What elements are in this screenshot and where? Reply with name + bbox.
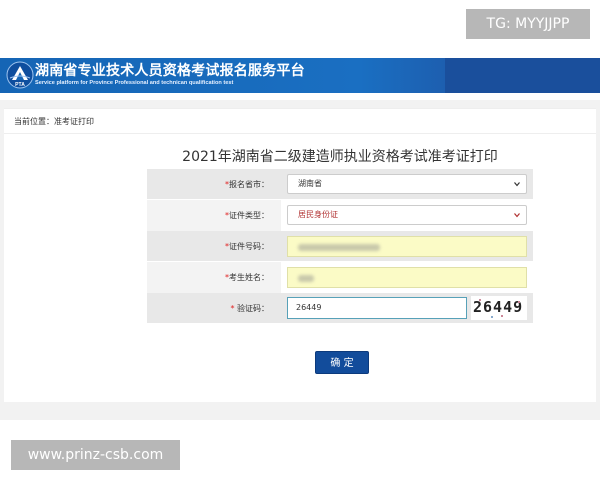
pta-logo-icon: PTA bbox=[6, 61, 34, 89]
name-label: *考生姓名： bbox=[225, 273, 269, 282]
site-header: PTA 湖南省专业技术人员资格考试报名服务平台 Service platform… bbox=[0, 58, 600, 93]
captcha-image[interactable]: 26449 bbox=[471, 296, 527, 320]
site-subtitle: Service platform for Province Profession… bbox=[35, 80, 234, 86]
breadcrumb-text: 当前位置：准考证打印 bbox=[14, 117, 94, 126]
breadcrumb: 当前位置：准考证打印 bbox=[4, 108, 596, 134]
province-select[interactable]: 湖南省 bbox=[287, 174, 527, 194]
captcha-input[interactable]: 26449 bbox=[287, 297, 467, 319]
province-select-value: 湖南省 bbox=[298, 179, 322, 188]
province-row: *报名省市： 湖南省 bbox=[147, 169, 533, 200]
page: TG: MYYJJPP PTA 湖南省专业技术人员资格考试报名服务平台 Serv… bbox=[0, 0, 600, 480]
watermark-top: TG: MYYJJPP bbox=[466, 9, 590, 39]
id-number-input[interactable] bbox=[287, 236, 527, 257]
redacted-name bbox=[298, 275, 314, 282]
watermark-bottom: www.prinz-csb.com bbox=[11, 440, 180, 470]
name-row: *考生姓名： bbox=[147, 262, 533, 293]
name-input[interactable] bbox=[287, 267, 527, 288]
admission-ticket-form: *报名省市： 湖南省 *证件类型： 居民身份证 *证件号码： *考生姓名： * … bbox=[147, 169, 533, 324]
captcha-label: * 验证码： bbox=[230, 304, 269, 313]
id-type-select-value: 居民身份证 bbox=[298, 210, 338, 219]
site-title: 湖南省专业技术人员资格考试报名服务平台 bbox=[35, 63, 305, 79]
captcha-noise-dot bbox=[518, 301, 520, 303]
id-number-row: *证件号码： bbox=[147, 231, 533, 262]
required-mark: * bbox=[230, 304, 235, 313]
chevron-down-icon bbox=[514, 182, 520, 187]
captcha-noise-dot bbox=[491, 316, 493, 318]
captcha-noise-dot bbox=[501, 315, 503, 317]
redacted-id-number bbox=[298, 244, 380, 251]
logo-text: PTA bbox=[15, 82, 25, 88]
form-title-wrap: 2021年湖南省二级建造师执业资格考试准考证打印 bbox=[0, 146, 600, 166]
captcha-noise-dot bbox=[479, 299, 481, 301]
confirm-button[interactable]: 确 定 bbox=[315, 351, 369, 374]
id-type-select[interactable]: 居民身份证 bbox=[287, 205, 527, 225]
province-label: *报名省市： bbox=[225, 180, 269, 189]
captcha-row: * 验证码： 26449 26449 bbox=[147, 293, 533, 324]
chevron-down-icon bbox=[514, 213, 520, 218]
id-type-label: *证件类型： bbox=[225, 211, 269, 220]
header-right-band bbox=[445, 58, 600, 93]
id-type-row: *证件类型： 居民身份证 bbox=[147, 200, 533, 231]
form-title: 2021年湖南省二级建造师执业资格考试准考证打印 bbox=[182, 149, 498, 165]
id-number-label: *证件号码： bbox=[225, 242, 269, 251]
